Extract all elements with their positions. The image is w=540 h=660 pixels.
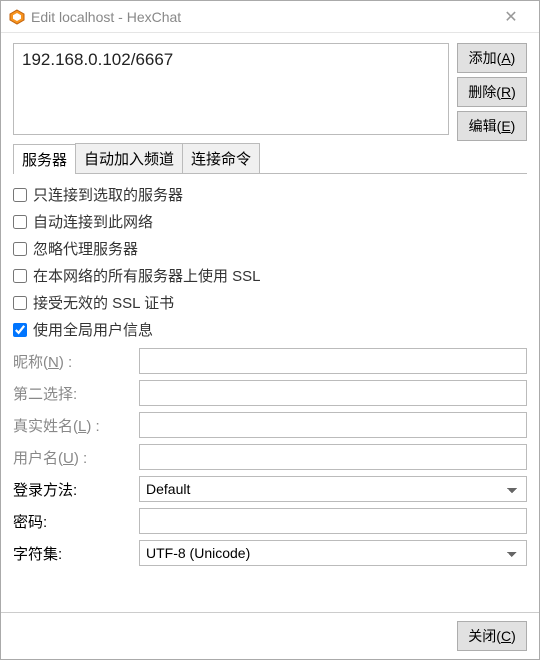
check-global-user-info[interactable]: 使用全局用户信息 [13,319,527,340]
charset-select[interactable]: UTF-8 (Unicode) [139,540,527,566]
label-second-choice: 第二选择: [13,383,133,404]
check-only-selected[interactable]: 只连接到选取的服务器 [13,184,527,205]
second-choice-field[interactable] [139,380,527,406]
label-password: 密码: [13,511,133,532]
check-accept-invalid-ssl[interactable]: 接受无效的 SSL 证书 [13,292,527,313]
server-section: 192.168.0.102/6667 添加(A) 删除(R) 编辑(E) [13,43,527,141]
label-username: 用户名(U) : [13,447,133,468]
user-info-form: 昵称(N) : 第二选择: 真实姓名(L) : 用户名(U) : 登录方法: D… [13,348,527,566]
close-button[interactable]: 关闭(C) [457,621,527,651]
check-use-ssl-box[interactable] [13,269,27,283]
label-charset: 字符集: [13,543,133,564]
options-checkboxes: 只连接到选取的服务器 自动连接到此网络 忽略代理服务器 在本网络的所有服务器上使… [13,184,527,340]
tab-strip: 服务器 自动加入频道 连接命令 [13,143,527,174]
tab-autojoin[interactable]: 自动加入频道 [75,143,183,173]
row-realname: 真实姓名(L) : [13,412,527,438]
check-global-user-info-box[interactable] [13,323,27,337]
check-accept-invalid-ssl-box[interactable] [13,296,27,310]
check-auto-connect[interactable]: 自动连接到此网络 [13,211,527,232]
remove-button[interactable]: 删除(R) [457,77,527,107]
username-field[interactable] [139,444,527,470]
check-only-selected-box[interactable] [13,188,27,202]
titlebar: Edit localhost - HexChat ✕ [1,1,539,33]
server-list[interactable]: 192.168.0.102/6667 [13,43,449,135]
row-login-method: 登录方法: Default [13,476,527,502]
tab-servers[interactable]: 服务器 [13,144,76,174]
dialog-content: 192.168.0.102/6667 添加(A) 删除(R) 编辑(E) 服务器… [1,33,539,612]
edit-button[interactable]: 编辑(E) [457,111,527,141]
check-use-ssl[interactable]: 在本网络的所有服务器上使用 SSL [13,265,527,286]
server-entry[interactable]: 192.168.0.102/6667 [14,44,448,76]
check-auto-connect-box[interactable] [13,215,27,229]
realname-field[interactable] [139,412,527,438]
row-password: 密码: [13,508,527,534]
label-nickname: 昵称(N) : [13,351,133,372]
window-title: Edit localhost - HexChat [31,9,491,25]
check-bypass-proxy-box[interactable] [13,242,27,256]
nickname-field[interactable] [139,348,527,374]
label-realname: 真实姓名(L) : [13,415,133,436]
edit-network-dialog: Edit localhost - HexChat ✕ 192.168.0.102… [0,0,540,660]
tab-connect-commands[interactable]: 连接命令 [182,143,260,173]
row-charset: 字符集: UTF-8 (Unicode) [13,540,527,566]
close-icon[interactable]: ✕ [491,7,531,27]
add-button[interactable]: 添加(A) [457,43,527,73]
row-nickname: 昵称(N) : [13,348,527,374]
check-bypass-proxy[interactable]: 忽略代理服务器 [13,238,527,259]
password-field[interactable] [139,508,527,534]
dialog-footer: 关闭(C) [1,612,539,659]
login-method-select[interactable]: Default [139,476,527,502]
row-username: 用户名(U) : [13,444,527,470]
label-login-method: 登录方法: [13,479,133,500]
server-buttons: 添加(A) 删除(R) 编辑(E) [457,43,527,141]
app-icon [9,9,25,25]
row-second-choice: 第二选择: [13,380,527,406]
